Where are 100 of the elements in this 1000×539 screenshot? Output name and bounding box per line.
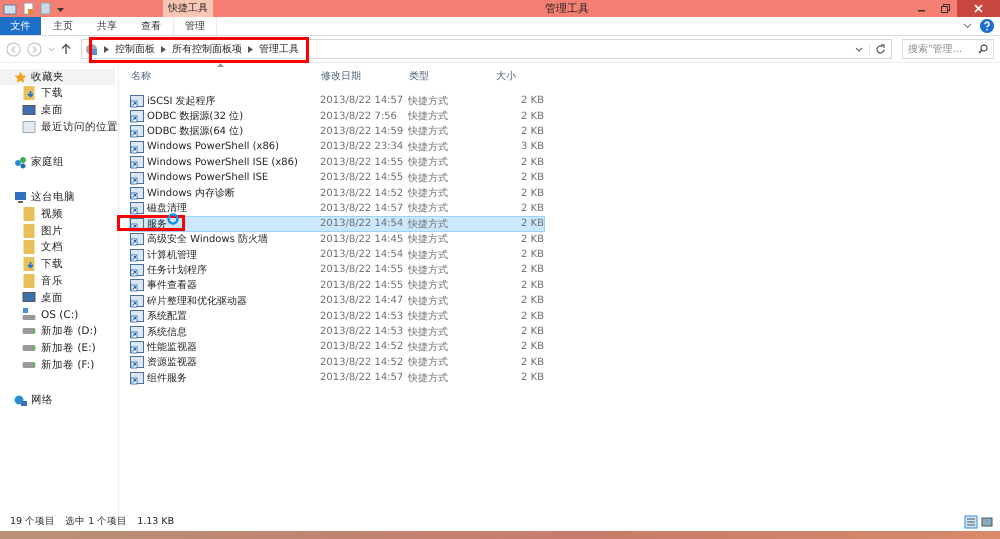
nav-item[interactable]: 新加卷 (D:)	[0, 322, 118, 340]
file-row[interactable]: Windows 内存诊断 2013/8/22 14:52 快捷方式 2 KB	[129, 185, 545, 201]
nav-item[interactable]: 视频	[0, 205, 118, 222]
table-cell-text: 2013/8/22 14:54	[320, 249, 404, 260]
file-row[interactable]: 组件服务 2013/8/22 14:57 快捷方式 2 KB	[129, 370, 545, 386]
table-cell-text: 快捷方式	[408, 278, 449, 292]
table-cell-text: 2013/8/22 14:59	[320, 126, 404, 137]
homegroup-icon	[14, 156, 27, 169]
nav-item[interactable]: 下载	[0, 256, 118, 273]
explorer-icon[interactable]	[3, 2, 17, 14]
file-row[interactable]: 磁盘清理 2013/8/22 14:57 快捷方式 2 KB	[129, 200, 545, 216]
ribbon-tab[interactable]: 查看	[129, 17, 173, 35]
nav-item[interactable]: 桌面	[0, 289, 118, 306]
ribbon-tab[interactable]: 文件	[0, 17, 41, 35]
file-name: 事件查看器	[147, 278, 197, 292]
file-row[interactable]: ODBC 数据源(64 位) 2013/8/22 14:59 快捷方式 2 KB	[129, 124, 545, 140]
file-row[interactable]: 系统信息 2013/8/22 14:53 快捷方式 2 KB	[129, 324, 545, 340]
properties-icon[interactable]	[23, 2, 34, 15]
column-header[interactable]: 类型	[409, 69, 429, 83]
table-cell-text: 2013/8/22 7:56	[320, 110, 398, 122]
table-cell-text: 2 KB	[520, 264, 544, 276]
column-header[interactable]: 名称	[131, 69, 151, 83]
file-row[interactable]: 计算机管理 2013/8/22 14:54 快捷方式 2 KB	[129, 246, 545, 262]
table-cell-text: 快捷方式	[408, 202, 449, 216]
nav-item[interactable]: 最近访问的位置	[0, 118, 118, 136]
table-cell-text: 快捷方式	[408, 340, 449, 354]
table-cell-text: 2 KB	[520, 172, 544, 184]
table-cell-text: 2013/8/22 14:52	[320, 341, 404, 352]
table-cell-text: 2013/8/22 14:53	[320, 310, 404, 322]
nav-item[interactable]: 音乐	[0, 272, 118, 290]
table-cell-text: 快捷方式	[408, 294, 449, 308]
close-button[interactable]	[957, 0, 1000, 17]
file-row[interactable]: 事件查看器 2013/8/22 14:55 快捷方式 2 KB	[129, 278, 545, 294]
file-row[interactable]: Windows PowerShell (x86) 2013/8/22 23:34 快捷方式 3 KB	[129, 139, 545, 155]
file-name: iSCSI 发起程序	[147, 94, 216, 108]
expand-ribbon-icon[interactable]	[963, 23, 972, 29]
chevron-icon	[104, 46, 109, 52]
shortcut-icon	[130, 324, 144, 339]
nav-item[interactable]: 网络	[0, 392, 118, 408]
file-row[interactable]: iSCSI 发起程序 2013/8/22 14:57 快捷方式 2 KB	[129, 93, 545, 108]
nav-item[interactable]: 图片	[0, 222, 118, 239]
table-cell-text: 快捷方式	[408, 264, 449, 277]
breadcrumb-item[interactable]: 所有控制面板项	[172, 42, 242, 56]
table-cell-text: 2013/8/22 14:55	[320, 156, 404, 168]
nav-item[interactable]: 这台电脑	[0, 189, 118, 206]
selection-size: 1.13 KB	[137, 516, 174, 527]
file-row[interactable]: ODBC 数据源(32 位) 2013/8/22 7:56 快捷方式 2 KB	[129, 108, 545, 124]
column-header[interactable]: 大小	[496, 69, 516, 83]
file-row[interactable]: 任务计划程序 2013/8/22 14:55 快捷方式 2 KB	[129, 262, 545, 278]
nav-item[interactable]: 新加卷 (F:)	[0, 356, 118, 374]
ribbon-tab[interactable]: 主页	[41, 17, 85, 35]
address-bar[interactable]: 控制面板 所有控制面板项 管理工具	[81, 39, 892, 59]
shortcut-icon	[130, 232, 144, 246]
address-dropdown-icon[interactable]	[855, 46, 863, 52]
dropdown-icon[interactable]	[57, 6, 64, 12]
search-field[interactable]: 搜索"管理...	[902, 39, 994, 59]
table-cell-text: 快捷方式	[408, 156, 449, 170]
nav-item[interactable]: 文档	[0, 238, 118, 256]
restore-icon	[940, 4, 950, 13]
nav-item[interactable]: 下载	[0, 85, 118, 102]
file-row[interactable]: 碎片整理和优化驱动器 2013/8/22 14:47 快捷方式 2 KB	[129, 293, 545, 308]
file-row[interactable]: Windows PowerShell ISE 2013/8/22 14:55 快捷方式 2 KB	[129, 170, 545, 186]
drive-icon	[22, 308, 36, 322]
shortcut-icon	[130, 309, 144, 324]
nav-item[interactable]: OS (C:)	[0, 306, 118, 323]
table-cell-text: 2 KB	[520, 326, 544, 338]
table-cell-text: 2 KB	[520, 234, 544, 245]
file-row[interactable]: 高级安全 Windows 防火墙 2013/8/22 14:45 快捷方式 2 KB	[129, 232, 545, 247]
breadcrumb-item[interactable]: 管理工具	[259, 42, 299, 56]
file-name: 系统信息	[147, 326, 187, 339]
ribbon-tab[interactable]: 管理	[173, 17, 217, 35]
table-cell-text: 快捷方式	[408, 124, 449, 138]
shortcut-icon	[130, 186, 144, 200]
file-row[interactable]: 服务 2013/8/22 14:54 快捷方式 2 KB	[129, 216, 545, 232]
table-cell-text: 2013/8/22 14:53	[320, 326, 404, 338]
nav-item[interactable]: 桌面	[0, 102, 118, 119]
nav-item[interactable]: 家庭组	[0, 154, 118, 170]
file-name: 资源监视器	[147, 356, 197, 370]
file-row[interactable]: 性能监视器 2013/8/22 14:52 快捷方式 2 KB	[129, 339, 545, 355]
computer-icon	[14, 190, 27, 204]
table-cell-text: 2 KB	[520, 156, 544, 168]
help-icon[interactable]	[980, 19, 994, 33]
file-name: 性能监视器	[147, 340, 197, 354]
file-row[interactable]: Windows PowerShell ISE (x86) 2013/8/22 14:55 快捷方式 2 KB	[129, 154, 545, 170]
file-row[interactable]: 系统配置 2013/8/22 14:53 快捷方式 2 KB	[129, 308, 545, 324]
table-cell-text: 2013/8/22 14:57	[320, 372, 404, 384]
file-row[interactable]: 资源监视器 2013/8/22 14:52 快捷方式 2 KB	[129, 354, 545, 370]
table-cell-text: 2 KB	[520, 280, 544, 291]
nav-item[interactable]: 新加卷 (E:)	[0, 340, 118, 357]
table-cell-text: 2 KB	[520, 249, 544, 260]
large-icons-view-icon[interactable]	[980, 514, 994, 528]
table-cell-text: 2013/8/22 14:47	[320, 295, 404, 306]
breadcrumb-item[interactable]: 控制面板	[115, 42, 155, 56]
nav-item[interactable]: 收藏夹	[0, 69, 115, 85]
up-arrow-icon[interactable]	[61, 43, 71, 55]
selection-info: 选中 1 个项目	[65, 515, 128, 528]
minimize-icon	[918, 10, 924, 12]
ribbon-tab[interactable]: 共享	[85, 17, 129, 35]
column-header[interactable]: 修改日期	[321, 69, 361, 83]
details-view-icon[interactable]	[964, 514, 978, 528]
